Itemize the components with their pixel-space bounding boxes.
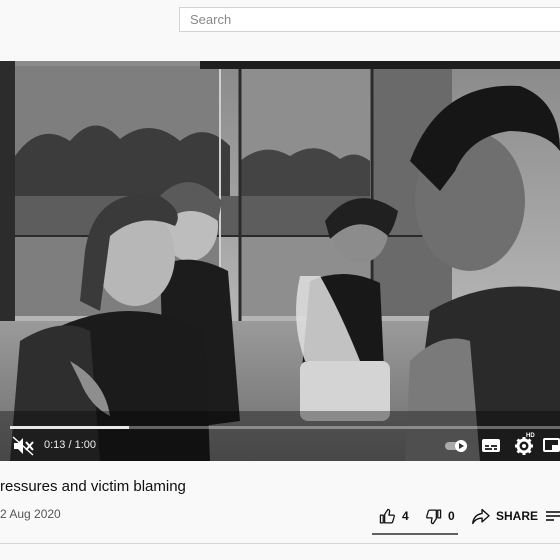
share-button[interactable]: SHARE <box>471 505 538 527</box>
muted-speaker-icon[interactable] <box>12 436 34 456</box>
masthead <box>0 0 560 56</box>
miniplayer-icon[interactable] <box>543 438 560 452</box>
like-rating-bar <box>372 533 458 535</box>
duration: 1:00 <box>74 439 97 451</box>
playlist-add-icon <box>546 511 560 521</box>
save-button[interactable] <box>546 505 560 527</box>
like-button[interactable]: 4 <box>379 505 409 527</box>
dislike-button[interactable]: 0 <box>425 505 455 527</box>
dislike-count: 0 <box>448 509 455 523</box>
video-frame[interactable] <box>0 61 560 461</box>
video-actions: 4 0 SHARE <box>0 500 560 535</box>
like-count: 4 <box>402 509 409 523</box>
autoplay-toggle-icon[interactable] <box>444 439 470 453</box>
current-time: 0:13 <box>44 439 66 451</box>
search-input[interactable] <box>180 8 560 31</box>
subtitles-icon[interactable] <box>481 437 501 454</box>
share-label: SHARE <box>496 509 539 523</box>
thumbs-up-icon <box>379 508 395 524</box>
player-controls: 0:13 / 1:00 HD <box>0 430 560 461</box>
section-divider <box>0 543 560 544</box>
search-box[interactable] <box>179 7 560 32</box>
progress-played <box>10 426 129 429</box>
thumbs-down-icon <box>426 508 442 524</box>
time-display: 0:13 / 1:00 <box>44 439 96 451</box>
video-player[interactable] <box>0 61 560 461</box>
share-arrow-icon <box>472 508 490 524</box>
video-title: ressures and victim blaming <box>0 478 186 495</box>
time-separator: / <box>68 439 72 451</box>
hd-badge: HD <box>526 433 535 439</box>
